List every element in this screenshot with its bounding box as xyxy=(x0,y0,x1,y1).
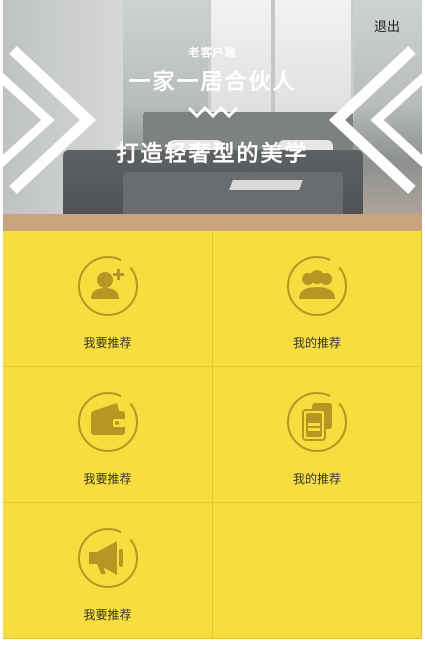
wallet-icon xyxy=(77,392,138,452)
menu-tile-label: 我要推荐 xyxy=(83,608,132,622)
banner-scene xyxy=(123,172,343,218)
banner-scene xyxy=(271,0,275,120)
menu-tile-recommend[interactable]: 我要推荐 xyxy=(3,503,213,639)
zigzag-decoration xyxy=(187,105,239,118)
banner-title: 一家一居合伙人 xyxy=(128,70,297,95)
menu-tile-label: 我的推荐 xyxy=(292,472,341,486)
banner-scene xyxy=(229,180,303,190)
logout-button[interactable]: 退出 xyxy=(374,16,400,35)
menu-tile-my-recommendations[interactable]: 我的推荐 xyxy=(213,231,422,367)
add-user-icon xyxy=(77,256,138,316)
banner-scene xyxy=(3,214,422,231)
menu-tile-label: 我的推荐 xyxy=(292,336,341,350)
megaphone-icon xyxy=(77,528,138,588)
menu-tile-label: 我要推荐 xyxy=(83,336,132,350)
feature-grid: 我要推荐 我的推荐 我要推荐 我的推荐 我要推荐 xyxy=(3,231,422,639)
banner-subtitle: 老客户端 xyxy=(188,46,237,59)
menu-tile-recommend[interactable]: 我要推荐 xyxy=(3,231,213,367)
group-icon xyxy=(287,256,347,316)
menu-tile-label: 我要推荐 xyxy=(83,472,132,486)
banner-tagline: 打造轻奢型的美学 xyxy=(116,142,309,167)
menu-tile-my-recommendations[interactable]: 我的推荐 xyxy=(213,367,422,503)
menu-tile-recommend[interactable]: 我要推荐 xyxy=(3,367,213,503)
hero-banner: 老客户端 一家一居合伙人 打造轻奢型的美学 退出 xyxy=(3,0,422,231)
cards-icon xyxy=(287,392,347,452)
menu-tile-empty xyxy=(213,503,422,639)
